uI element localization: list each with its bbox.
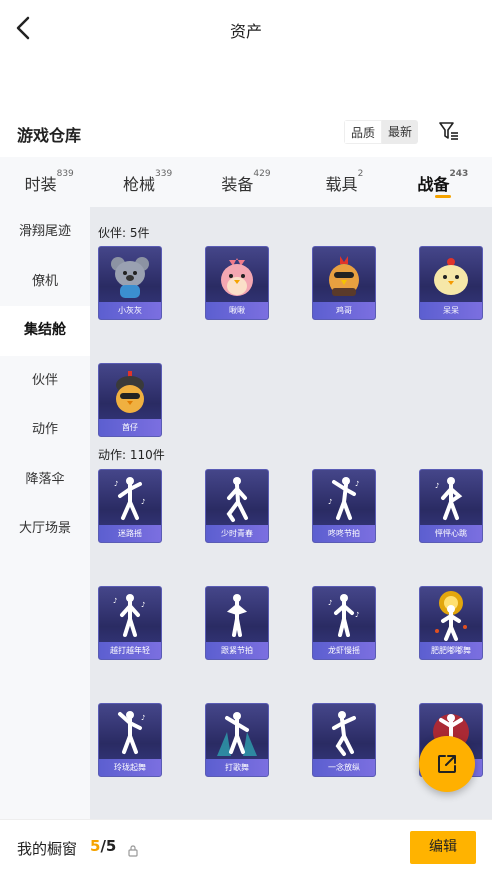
dancer-spotlight-icon (206, 706, 268, 760)
action-card[interactable]: ♪ ♪ 迷路摇 (98, 469, 162, 543)
partner-card[interactable]: 鸡哥 (312, 246, 376, 320)
dancer-silhouette-icon: ♪ ♪ (99, 589, 161, 643)
edit-button[interactable]: 编辑 (410, 831, 476, 864)
partner-card[interactable]: 小灰灰 (98, 246, 162, 320)
top-bar: 资产 (0, 0, 492, 60)
svg-text:♪: ♪ (114, 480, 118, 488)
svg-text:♪: ♪ (355, 480, 359, 488)
svg-text:♪: ♪ (113, 597, 117, 605)
warehouse-title: 游戏仓库 (17, 126, 82, 145)
partner-card[interactable]: 酋仔 (98, 363, 162, 437)
bottom-bar: 我的橱窗 5/5 编辑 (0, 819, 492, 876)
action-card[interactable]: 肥肥嘟嘟舞 (419, 586, 483, 660)
sidebar-item-assembly-pod[interactable]: 集结舱 (0, 306, 90, 356)
action-card[interactable]: ♪ ♪ 龙虾慢摇 (312, 586, 376, 660)
tab-guns[interactable]: 枪械339 (98, 157, 196, 207)
action-card[interactable]: 打歌舞 (205, 703, 269, 777)
action-card[interactable]: ♪ ♪ 咚咚节拍 (312, 469, 376, 543)
sort-toggle: 品质 最新 (344, 120, 419, 144)
svg-text:♪: ♪ (328, 498, 332, 506)
chick-figure-icon (420, 249, 482, 303)
lock-icon (128, 842, 138, 857)
action-card[interactable]: ♪ 怦怦心跳 (419, 469, 483, 543)
tab-equipment[interactable]: 装备429 (197, 157, 295, 207)
item-grid: 伙伴: 5件 小灰灰 啾啾 鸡哥 呆呆 酋仔 动作: 110件 ♪ ♪ 迷路摇 … (90, 207, 492, 819)
dancer-silhouette-icon: ♪ ♪ (99, 472, 161, 526)
showcase-count: 5/5 (90, 837, 117, 855)
action-card[interactable]: 少时青春 (205, 469, 269, 543)
actions-section-title: 动作: 110件 (98, 448, 165, 462)
action-card[interactable]: ♪ ♪ 越打越年轻 (98, 586, 162, 660)
svg-text:♪: ♪ (141, 714, 145, 722)
dancer-silhouette-icon: ♪ (420, 472, 482, 526)
partner-card[interactable]: 啾啾 (205, 246, 269, 320)
page-title: 资产 (229, 22, 262, 41)
dancer-silhouette-icon: ♪ ♪ (313, 589, 375, 643)
active-tab-indicator (434, 195, 451, 198)
sidebar-item-parachute[interactable]: 降落伞 (0, 455, 90, 505)
koala-figure-icon (99, 249, 161, 303)
tab-fashion[interactable]: 时装839 (0, 157, 98, 207)
dancer-silhouette-icon (206, 589, 268, 643)
sort-quality-button[interactable]: 品质 (344, 120, 383, 144)
showcase-label: 我的橱窗 (17, 840, 78, 858)
filter-icon[interactable] (437, 119, 461, 143)
sidebar-item-wingman[interactable]: 僚机 (0, 257, 90, 307)
sidebar: 滑翔尾迹 僚机 集结舱 伙伴 动作 降落伞 大厅场景 (0, 207, 90, 819)
pink-bird-figure-icon (206, 249, 268, 303)
sidebar-item-glide-trail[interactable]: 滑翔尾迹 (0, 207, 90, 257)
external-link-icon (438, 755, 456, 773)
tab-vehicles[interactable]: 载具2 (295, 157, 393, 207)
tab-battle-prep[interactable]: 战备243 (394, 157, 492, 207)
svg-text:♪: ♪ (328, 599, 332, 607)
svg-text:♪: ♪ (435, 482, 439, 490)
category-tabs: 时装839 枪械339 装备429 载具2 战备243 (0, 157, 492, 207)
rooster-figure-icon (313, 249, 375, 303)
dancer-silhouette-icon (313, 706, 375, 760)
svg-text:♪: ♪ (141, 601, 145, 609)
partners-section-title: 伙伴: 5件 (98, 226, 150, 240)
action-card[interactable]: 一念放纵 (312, 703, 376, 777)
sidebar-item-actions[interactable]: 动作 (0, 405, 90, 455)
dancer-silhouette-icon (206, 472, 268, 526)
partner-card[interactable]: 呆呆 (419, 246, 483, 320)
sidebar-item-partners[interactable]: 伙伴 (0, 356, 90, 406)
sort-latest-button[interactable]: 最新 (382, 120, 419, 144)
share-button[interactable] (419, 736, 475, 792)
svg-text:♪: ♪ (141, 498, 145, 506)
dancer-silhouette-icon: ♪ (99, 706, 161, 760)
action-card[interactable]: 跟紧节拍 (205, 586, 269, 660)
helmet-bird-figure-icon (99, 366, 161, 420)
dancer-silhouette-icon: ♪ ♪ (313, 472, 375, 526)
sidebar-item-lobby-scene[interactable]: 大厅场景 (0, 504, 90, 554)
action-card[interactable]: ♪ 玲珑起舞 (98, 703, 162, 777)
dancer-fireworks-icon (420, 589, 482, 643)
svg-text:♪: ♪ (355, 611, 359, 619)
